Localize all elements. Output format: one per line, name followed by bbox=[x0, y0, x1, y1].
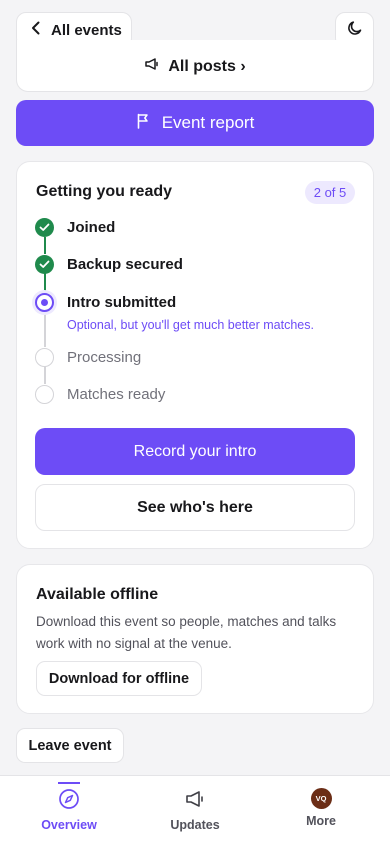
avatar: VQ bbox=[310, 788, 332, 809]
step-connector bbox=[44, 237, 46, 254]
pending-step-icon bbox=[35, 347, 54, 367]
step-label: Processing bbox=[67, 348, 142, 366]
tab-overview[interactable]: Overview bbox=[14, 776, 124, 844]
step-processing: Processing bbox=[35, 346, 141, 368]
step-label: Matches ready bbox=[67, 385, 166, 403]
flag-icon bbox=[136, 113, 150, 134]
check-icon bbox=[35, 217, 54, 237]
offline-description: Download this event so people, matches a… bbox=[36, 614, 337, 651]
tab-updates[interactable]: Updates bbox=[140, 776, 250, 844]
step-intro-submitted: Intro submitted bbox=[35, 291, 176, 313]
step-matches-ready: Matches ready bbox=[35, 383, 165, 405]
tab-label: More bbox=[306, 814, 336, 828]
chevron-left-icon bbox=[31, 21, 41, 39]
pending-step-icon bbox=[35, 384, 54, 404]
tab-more[interactable]: VQ More bbox=[266, 776, 376, 844]
all-posts-link[interactable]: All posts › bbox=[16, 40, 374, 92]
step-label: Backup secured bbox=[67, 255, 183, 273]
megaphone-icon bbox=[184, 788, 206, 813]
current-step-icon bbox=[35, 292, 54, 312]
step-connector bbox=[44, 273, 46, 292]
compass-icon bbox=[58, 788, 80, 813]
getting-ready-title: Getting you ready bbox=[36, 183, 173, 200]
bottom-tab-bar: Overview Updates VQ More bbox=[0, 775, 390, 844]
step-label: Intro submitted bbox=[67, 293, 177, 311]
moon-icon bbox=[347, 20, 363, 41]
download-offline-button[interactable]: Download for offline bbox=[36, 661, 202, 696]
offline-title: Available offline bbox=[36, 586, 159, 603]
all-posts-label: All posts › bbox=[168, 57, 246, 75]
step-joined: Joined bbox=[35, 216, 115, 238]
progress-badge: 2 of 5 bbox=[305, 181, 355, 204]
back-button-label: All events bbox=[51, 21, 122, 39]
megaphone-icon bbox=[144, 57, 160, 76]
getting-ready-card: Getting you ready 2 of 5 Joined Backup s… bbox=[16, 161, 374, 549]
step-label: Joined bbox=[67, 218, 116, 236]
event-report-button[interactable]: Event report bbox=[16, 100, 374, 146]
tab-label: Overview bbox=[41, 818, 97, 832]
tab-label: Updates bbox=[170, 818, 220, 832]
check-icon bbox=[35, 254, 54, 274]
step-backup-secured: Backup secured bbox=[35, 253, 183, 275]
leave-event-button[interactable]: Leave event bbox=[16, 728, 124, 763]
step-connector bbox=[44, 312, 46, 347]
event-report-label: Event report bbox=[161, 113, 255, 132]
record-intro-button[interactable]: Record your intro bbox=[35, 428, 355, 475]
offline-card: Available offline Download this event so… bbox=[16, 564, 374, 714]
step-hint: Optional, but you'll get much better mat… bbox=[67, 318, 314, 332]
see-whos-here-button[interactable]: See who's here bbox=[35, 484, 355, 531]
